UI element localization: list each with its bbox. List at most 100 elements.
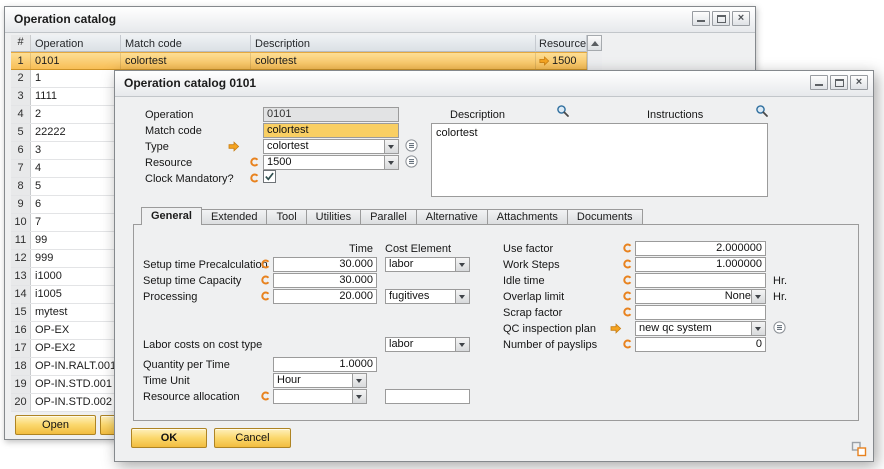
chevron-down-icon[interactable] bbox=[455, 290, 469, 303]
row-number: 3 bbox=[11, 88, 31, 105]
qc-plan-label: QC inspection plan bbox=[503, 322, 596, 337]
cell-operation: 99 bbox=[31, 232, 121, 249]
row-number: 15 bbox=[11, 304, 31, 321]
scroll-up-button[interactable] bbox=[587, 35, 602, 51]
chevron-down-icon[interactable] bbox=[751, 290, 765, 303]
tab-documents[interactable]: Documents bbox=[568, 209, 643, 225]
resource-allocation-select[interactable] bbox=[273, 389, 367, 404]
processing-time-field[interactable]: 20.000 bbox=[273, 289, 377, 304]
close-icon: × bbox=[851, 76, 867, 89]
column-header-description[interactable]: Description bbox=[251, 35, 536, 52]
cell-operation: 3 bbox=[31, 142, 121, 159]
dialog-minimize-button[interactable] bbox=[810, 75, 828, 90]
description-magnifier-icon[interactable] bbox=[556, 104, 570, 118]
dialog-titlebar[interactable]: Operation catalog 0101 × bbox=[115, 71, 873, 97]
quantity-per-time-field[interactable]: 1.0000 bbox=[273, 357, 377, 372]
row-number: 2 bbox=[11, 70, 31, 87]
type-select[interactable]: colortest bbox=[263, 139, 399, 154]
ok-button[interactable]: OK bbox=[131, 428, 207, 448]
maximize-button[interactable] bbox=[712, 11, 730, 26]
setup-precalc-cost-select[interactable]: labor bbox=[385, 257, 470, 272]
cell-operation: 7 bbox=[31, 214, 121, 231]
open-button[interactable]: Open bbox=[15, 415, 96, 435]
resize-grip-icon[interactable] bbox=[851, 441, 867, 457]
chevron-down-icon[interactable] bbox=[751, 322, 765, 335]
setup-precalc-time-field[interactable]: 30.000 bbox=[273, 257, 377, 272]
idle-time-field[interactable] bbox=[635, 273, 766, 288]
cell-operation: 0101 bbox=[31, 53, 121, 69]
work-steps-field[interactable]: 1.000000 bbox=[635, 257, 766, 272]
chevron-down-icon[interactable] bbox=[455, 258, 469, 271]
minimize-icon bbox=[697, 20, 705, 22]
row-number: 19 bbox=[11, 376, 31, 393]
work-steps-label: Work Steps bbox=[503, 258, 560, 273]
resource-allocation-label: Resource allocation bbox=[143, 390, 240, 405]
column-header-resource[interactable]: Resource bbox=[536, 35, 587, 52]
use-factor-field[interactable]: 2.000000 bbox=[635, 241, 766, 256]
minimize-icon bbox=[815, 84, 823, 86]
cost-element-column-header: Cost Element bbox=[385, 242, 451, 257]
row-number: 5 bbox=[11, 124, 31, 141]
field-edit-indicator-icon bbox=[261, 391, 270, 401]
column-header-match-code[interactable]: Match code bbox=[121, 35, 251, 52]
tab-attachments[interactable]: Attachments bbox=[488, 209, 568, 225]
catalog-titlebar[interactable]: Operation catalog × bbox=[5, 7, 755, 33]
resource-allocation-extra-field[interactable] bbox=[385, 389, 470, 404]
maximize-icon bbox=[717, 15, 726, 23]
setup-precalc-cost-value: labor bbox=[389, 258, 455, 271]
instructions-magnifier-icon[interactable] bbox=[755, 104, 769, 118]
field-edit-indicator-icon bbox=[623, 275, 632, 285]
dialog-maximize-button[interactable] bbox=[830, 75, 848, 90]
dialog-close-button[interactable]: × bbox=[850, 75, 868, 90]
match-code-field[interactable]: colortest bbox=[263, 123, 399, 138]
labor-costs-label: Labor costs on cost type bbox=[143, 338, 262, 353]
chevron-down-icon[interactable] bbox=[384, 156, 398, 169]
time-unit-select[interactable]: Hour bbox=[273, 373, 367, 388]
row-number: 20 bbox=[11, 394, 31, 411]
setup-precalc-label: Setup time Precalculation bbox=[143, 258, 268, 273]
chevron-down-icon[interactable] bbox=[352, 390, 366, 403]
labor-costs-select[interactable]: labor bbox=[385, 337, 470, 352]
link-arrow-icon[interactable] bbox=[227, 140, 240, 153]
tab-general[interactable]: General bbox=[141, 207, 202, 225]
idle-time-unit-label: Hr. bbox=[773, 274, 787, 289]
value-list-icon[interactable] bbox=[773, 321, 786, 334]
match-code-label: Match code bbox=[145, 124, 202, 139]
column-header-number[interactable]: # bbox=[11, 35, 31, 52]
overlap-unit-label: Hr. bbox=[773, 290, 787, 305]
row-number: 1 bbox=[11, 53, 31, 69]
link-arrow-icon[interactable] bbox=[609, 322, 622, 335]
minimize-button[interactable] bbox=[692, 11, 710, 26]
cell-resource: 1500 bbox=[536, 53, 587, 69]
cell-match-code: colortest bbox=[121, 53, 251, 69]
close-button[interactable]: × bbox=[732, 11, 750, 26]
tab-tool[interactable]: Tool bbox=[267, 209, 306, 225]
chevron-down-icon[interactable] bbox=[455, 338, 469, 351]
field-edit-indicator-icon bbox=[623, 259, 632, 269]
scrap-factor-field[interactable] bbox=[635, 305, 766, 320]
description-textarea[interactable]: colortest bbox=[431, 123, 768, 197]
tab-alternative[interactable]: Alternative bbox=[417, 209, 488, 225]
cell-operation: 1 bbox=[31, 70, 121, 87]
value-list-icon[interactable] bbox=[405, 139, 418, 152]
tab-utilities[interactable]: Utilities bbox=[307, 209, 361, 225]
cell-operation: i1000 bbox=[31, 268, 121, 285]
setup-capacity-time-field[interactable]: 30.000 bbox=[273, 273, 377, 288]
clock-mandatory-checkbox[interactable] bbox=[263, 170, 276, 183]
payslips-field[interactable]: 0 bbox=[635, 337, 766, 352]
tab-extended[interactable]: Extended bbox=[202, 209, 267, 225]
chevron-down-icon[interactable] bbox=[352, 374, 366, 387]
value-list-icon[interactable] bbox=[405, 155, 418, 168]
table-row[interactable]: 10101colortestcolortest1500 bbox=[11, 52, 587, 70]
column-header-operation[interactable]: Operation bbox=[31, 35, 121, 52]
resource-select[interactable]: 1500 bbox=[263, 155, 399, 170]
chevron-down-icon[interactable] bbox=[384, 140, 398, 153]
overlap-limit-select[interactable]: None bbox=[635, 289, 766, 304]
qc-plan-select[interactable]: new qc system bbox=[635, 321, 766, 336]
link-arrow-icon[interactable] bbox=[538, 55, 550, 67]
cancel-button[interactable]: Cancel bbox=[214, 428, 291, 448]
catalog-window-title: Operation catalog bbox=[14, 12, 116, 26]
tab-parallel[interactable]: Parallel bbox=[361, 209, 417, 225]
processing-cost-select[interactable]: fugitives bbox=[385, 289, 470, 304]
operation-field: 0101 bbox=[263, 107, 399, 122]
